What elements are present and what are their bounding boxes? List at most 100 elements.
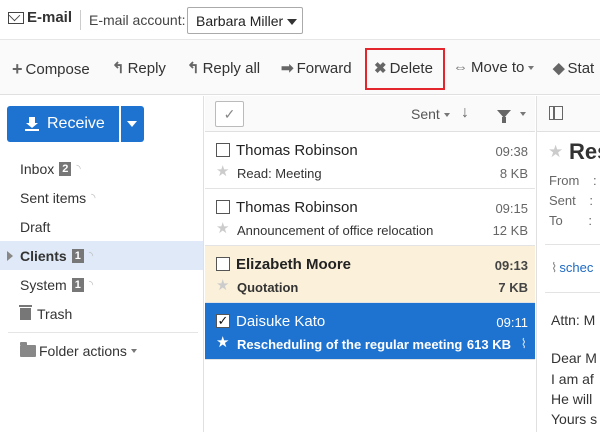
body-line: I am af <box>551 371 594 387</box>
mail-subject: Announcement of office relocation <box>237 223 434 238</box>
chevron-down-icon <box>287 19 298 26</box>
mail-subject: Quotation <box>237 280 299 295</box>
chevron-down-icon <box>127 121 137 127</box>
reply-label: Reply <box>127 59 166 77</box>
reply-icon: ↰ <box>112 60 125 77</box>
delete-button[interactable]: ✖ Delete <box>374 59 433 78</box>
reply-all-button[interactable]: ↰ Reply all <box>187 59 261 78</box>
mail-list-header: ✓ Sent ↓ <box>205 96 535 132</box>
row-checkbox[interactable] <box>216 257 230 271</box>
preview-header <box>537 96 600 132</box>
body-line: Attn: M <box>551 312 596 328</box>
download-icon <box>25 117 39 131</box>
unread-count-badge: 2 <box>59 161 72 176</box>
sidebar-item-system[interactable]: System 1 ◝ <box>0 270 203 299</box>
sidebar: Receive Inbox 2 ◝ Sent items ◝ Draft Cli… <box>0 96 204 432</box>
compose-button[interactable]: + Compose <box>12 59 90 80</box>
row-checkbox[interactable]: ✓ <box>216 314 230 328</box>
sidebar-item-clients[interactable]: Clients 1 ◝ <box>0 241 203 270</box>
mail-time: 09:15 <box>495 201 528 216</box>
move-to-button[interactable]: ⇔ Move to <box>453 59 535 76</box>
select-all-checkbox[interactable]: ✓ <box>215 101 244 127</box>
row-checkbox[interactable] <box>216 200 230 214</box>
star-icon[interactable]: ★ <box>216 221 229 236</box>
sent-label: Sent <box>549 193 576 208</box>
move-icon: ⇔ <box>453 59 468 76</box>
mail-row[interactable]: ★ Thomas Robinson 09:15 Announcement of … <box>205 189 535 246</box>
rss-icon: ◝ <box>88 250 94 262</box>
status-button[interactable]: ◆ Stat <box>553 59 595 78</box>
star-icon[interactable]: ★ <box>216 335 229 350</box>
star-icon[interactable]: ★ <box>216 164 229 179</box>
from-colon: : <box>592 173 597 188</box>
status-label: Stat <box>567 59 595 77</box>
body-line: Dear M <box>551 350 597 366</box>
expand-arrow-icon[interactable] <box>7 251 13 261</box>
toolbar: + Compose ↰ Reply ↰ Reply all ➡ Forward … <box>0 40 600 95</box>
mail-row[interactable]: ✓ ★ Daisuke Kato 09:11 Rescheduling of t… <box>205 303 535 360</box>
reply-button[interactable]: ↰ Reply <box>112 59 166 78</box>
mail-sender: Thomas Robinson <box>236 142 358 159</box>
receive-button[interactable]: Receive <box>7 106 119 142</box>
folder-label: Sent items <box>20 189 87 206</box>
forward-button[interactable]: ➡ Forward <box>281 59 352 78</box>
mail-size: 7 KB <box>498 280 528 295</box>
sort-direction-icon[interactable]: ↓ <box>461 104 469 122</box>
sidebar-item-inbox[interactable]: Inbox 2 ◝ <box>0 154 203 183</box>
trash-icon <box>19 304 32 320</box>
from-row: From : <box>549 173 597 188</box>
to-row: To : <box>549 213 592 228</box>
folder-actions-button[interactable]: Folder actions <box>20 342 137 359</box>
reply-all-label: Reply all <box>202 59 261 77</box>
mail-sender: Thomas Robinson <box>236 199 358 216</box>
expand-panel-icon[interactable] <box>549 105 563 120</box>
divider <box>545 292 600 293</box>
close-icon: ✖ <box>374 60 387 77</box>
star-icon[interactable]: ★ <box>216 278 229 293</box>
rss-icon: ◝ <box>91 192 96 204</box>
folder-icon <box>20 342 36 357</box>
unread-count-badge: 1 <box>71 277 84 292</box>
rss-icon: ◝ <box>88 279 94 291</box>
app-title-text: E-mail <box>27 9 73 26</box>
star-icon[interactable]: ★ <box>548 142 563 162</box>
sidebar-item-sent-items[interactable]: Sent items ◝ <box>0 183 203 212</box>
mail-row[interactable]: ★ Thomas Robinson 09:38 Read: Meeting 8 … <box>205 132 535 189</box>
folder-label: Trash <box>37 305 73 322</box>
chevron-down-icon <box>130 349 137 353</box>
row-checkbox[interactable] <box>216 143 230 157</box>
preview-pane: ★ Res From : Sent : To : ⌇schec Attn: M … <box>536 96 600 432</box>
forward-label: Forward <box>296 59 352 77</box>
sent-row: Sent : <box>549 193 593 208</box>
to-label: To <box>549 213 563 228</box>
from-label: From <box>549 173 580 188</box>
to-colon: : <box>588 213 592 228</box>
forward-icon: ➡ <box>281 60 294 77</box>
mail-subject: Rescheduling of the regular meeting <box>237 337 463 352</box>
attachment-name: schec <box>559 260 594 275</box>
sidebar-item-draft[interactable]: Draft <box>0 212 203 241</box>
account-select-value: Barbara Miller <box>196 13 284 29</box>
folder-actions-label: Folder actions <box>39 343 127 359</box>
receive-options-button[interactable] <box>121 106 144 142</box>
sidebar-item-trash[interactable]: Trash <box>0 299 203 328</box>
delete-label: Delete <box>389 59 433 77</box>
rss-icon: ◝ <box>76 163 81 175</box>
attachment-icon: ⌇ <box>551 260 558 275</box>
mail-icon <box>8 11 24 24</box>
mail-size: 613 KB <box>466 337 511 352</box>
mail-row[interactable]: ★ Elizabeth Moore 09:13 Quotation 7 KB <box>205 246 535 303</box>
sort-dropdown[interactable]: Sent <box>411 106 450 122</box>
attachment-link[interactable]: ⌇ schec <box>551 260 593 276</box>
divider <box>545 244 600 245</box>
mail-sender: Daisuke Kato <box>236 313 326 330</box>
body-line: Yours s <box>551 411 598 427</box>
attachment-icon: ⌇ <box>520 336 527 351</box>
divider <box>80 10 81 30</box>
app-title: E-mail <box>8 9 72 26</box>
preview-subject: Res <box>569 139 600 164</box>
plus-icon: + <box>12 59 23 79</box>
filter-icon[interactable] <box>497 110 511 123</box>
folder-label: System <box>20 276 67 293</box>
account-select[interactable]: Barbara Miller <box>187 7 303 34</box>
